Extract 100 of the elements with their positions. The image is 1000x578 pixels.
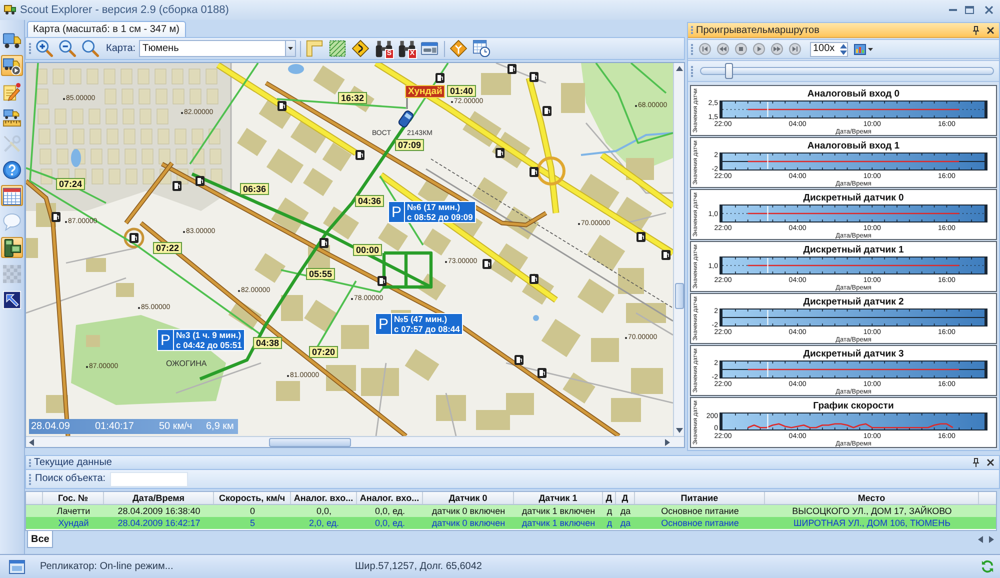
fuel-pump-icon — [52, 212, 60, 222]
slider-thumb[interactable] — [725, 63, 734, 79]
column-header[interactable]: Гос. № — [43, 492, 104, 504]
map-label: Карта: — [106, 42, 136, 54]
scrollbar-thumb[interactable] — [269, 438, 351, 446]
stop-button[interactable] — [735, 43, 747, 55]
search-field[interactable] — [110, 472, 188, 486]
pin-button[interactable] — [971, 24, 981, 36]
road-sign-icon — [352, 40, 370, 57]
cursor-line — [767, 154, 768, 170]
column-header[interactable]: Д — [616, 492, 635, 504]
sidebar-button[interactable] — [1, 237, 23, 258]
close-icon — [986, 459, 994, 466]
maximize-button[interactable] — [962, 3, 976, 17]
sidebar-button[interactable] — [1, 107, 23, 128]
building-block — [208, 128, 220, 144]
forward-button[interactable] — [771, 43, 783, 55]
table-row[interactable]: Хундай 28.04.2009 16:42:17 5 2,0, ед. 0,0, ед. датчик 0 включен датчик 1 включен д да Основное питание ШИРОТНАЯ УЛ., ДОМ 106, ТЮМЕНЬ — [26, 517, 996, 529]
tab[interactable]: Все — [27, 531, 54, 548]
sidebar-button[interactable] — [1, 185, 23, 206]
speed-text: 50 км/ч — [159, 420, 194, 432]
table-cell-text: ВЫСОЦКОГО УЛ., ДОМ 17, ЗАЙКОВО — [791, 505, 953, 517]
time-text: 01:40:17 — [95, 420, 135, 432]
building-block — [210, 148, 222, 164]
building-block — [86, 335, 100, 347]
first-button[interactable] — [699, 43, 711, 55]
area-button[interactable] — [328, 38, 348, 58]
cursor-arrow-icon — [3, 290, 21, 308]
building-block — [104, 88, 116, 104]
fuel-pump-icon — [496, 148, 504, 158]
zoom-out-button[interactable] — [57, 38, 77, 58]
vertical-scrollbar[interactable] — [673, 63, 684, 436]
time-marker: 01:40 — [447, 85, 476, 97]
junction-sign-button[interactable] — [448, 38, 469, 58]
close-button[interactable] — [984, 456, 996, 468]
table-row[interactable]: Лачетти 28.04.2009 16:38:40 0 0,0, 0,0, ед. датчик 0 включен датчик 1 включен д да Основное питание ВЫСОЦКОГО УЛ., ДОМ 17, ЗАЙКОВО — [26, 505, 996, 517]
street-line — [445, 392, 457, 436]
playback-slider[interactable] — [700, 63, 994, 79]
fuel-pump-icon — [196, 176, 204, 186]
pin-button[interactable] — [971, 456, 981, 468]
column-header[interactable]: Аналог. вхо... — [291, 492, 357, 504]
sidebar-button[interactable] — [1, 159, 23, 180]
column-header[interactable]: Дата/Время — [104, 492, 214, 504]
sidebar-button[interactable] — [1, 55, 23, 76]
building-block — [210, 168, 222, 184]
close-icon — [985, 6, 993, 14]
column-header[interactable]: Аналог. вхо... — [357, 492, 423, 504]
pond — [533, 315, 539, 321]
horizontal-scrollbar[interactable] — [26, 436, 684, 447]
pin-icon — [973, 26, 979, 34]
time-marker: 07:09 — [395, 139, 424, 151]
building-block — [506, 393, 534, 415]
chart-title: Дискретный датчик 0 — [803, 192, 904, 204]
column-header[interactable]: Датчик 0 — [423, 492, 514, 504]
street-line — [636, 312, 673, 336]
chart-menu-button[interactable] — [854, 44, 873, 54]
tab[interactable]: Карта (масштаб: в 1 см - 347 м) — [27, 21, 186, 37]
rewind-button[interactable] — [717, 43, 729, 55]
calendar-clock-button[interactable] — [472, 38, 492, 58]
close-button[interactable] — [984, 24, 996, 36]
search-button[interactable] — [80, 38, 100, 58]
play-button[interactable] — [753, 43, 765, 55]
column-header[interactable]: Датчик 1 — [514, 492, 603, 504]
vehicle-label[interactable]: Хундай — [405, 85, 446, 98]
last-button[interactable] — [789, 43, 801, 55]
ruler-button[interactable] — [304, 38, 325, 58]
fuel-pump-icon — [436, 73, 444, 83]
scroll-down-icon — [676, 428, 682, 433]
stop-icon — [735, 43, 747, 55]
building-block — [154, 68, 166, 84]
cursor-line — [767, 102, 768, 118]
sidebar-button[interactable] — [1, 289, 23, 310]
truck-play-icon — [3, 56, 21, 74]
cursor-line — [767, 258, 768, 274]
building-block — [86, 68, 98, 84]
building-block — [561, 83, 585, 113]
close-button[interactable] — [982, 3, 996, 17]
column-header[interactable]: Д — [603, 492, 616, 504]
building-block — [126, 168, 138, 184]
cursor-line — [767, 206, 768, 222]
chart-title: График скорости — [813, 400, 894, 412]
building-block — [341, 325, 369, 349]
fuel-pump-icon — [530, 274, 538, 284]
dropdown-caret-icon — [288, 47, 293, 50]
building-block — [106, 128, 118, 144]
column-header[interactable]: Питание — [635, 492, 765, 504]
time-marker: 07:22 — [153, 242, 182, 254]
building-block — [481, 73, 511, 95]
column-header[interactable]: Место — [765, 492, 979, 504]
fuel-pump-icon — [538, 368, 546, 378]
chart-title: Аналоговый вход 1 — [807, 140, 900, 152]
scrollbar-thumb[interactable] — [674, 283, 684, 309]
building-block — [188, 68, 200, 84]
speed-spinbox[interactable]: 100x — [810, 42, 848, 56]
zoom-in-button[interactable] — [34, 38, 54, 58]
road-sign-button[interactable] — [350, 38, 371, 58]
skip-back-icon — [699, 43, 711, 55]
column-header[interactable]: Скорость, км/ч — [214, 492, 291, 504]
map-select[interactable]: Тюмень — [138, 40, 296, 57]
building-block — [56, 148, 68, 164]
